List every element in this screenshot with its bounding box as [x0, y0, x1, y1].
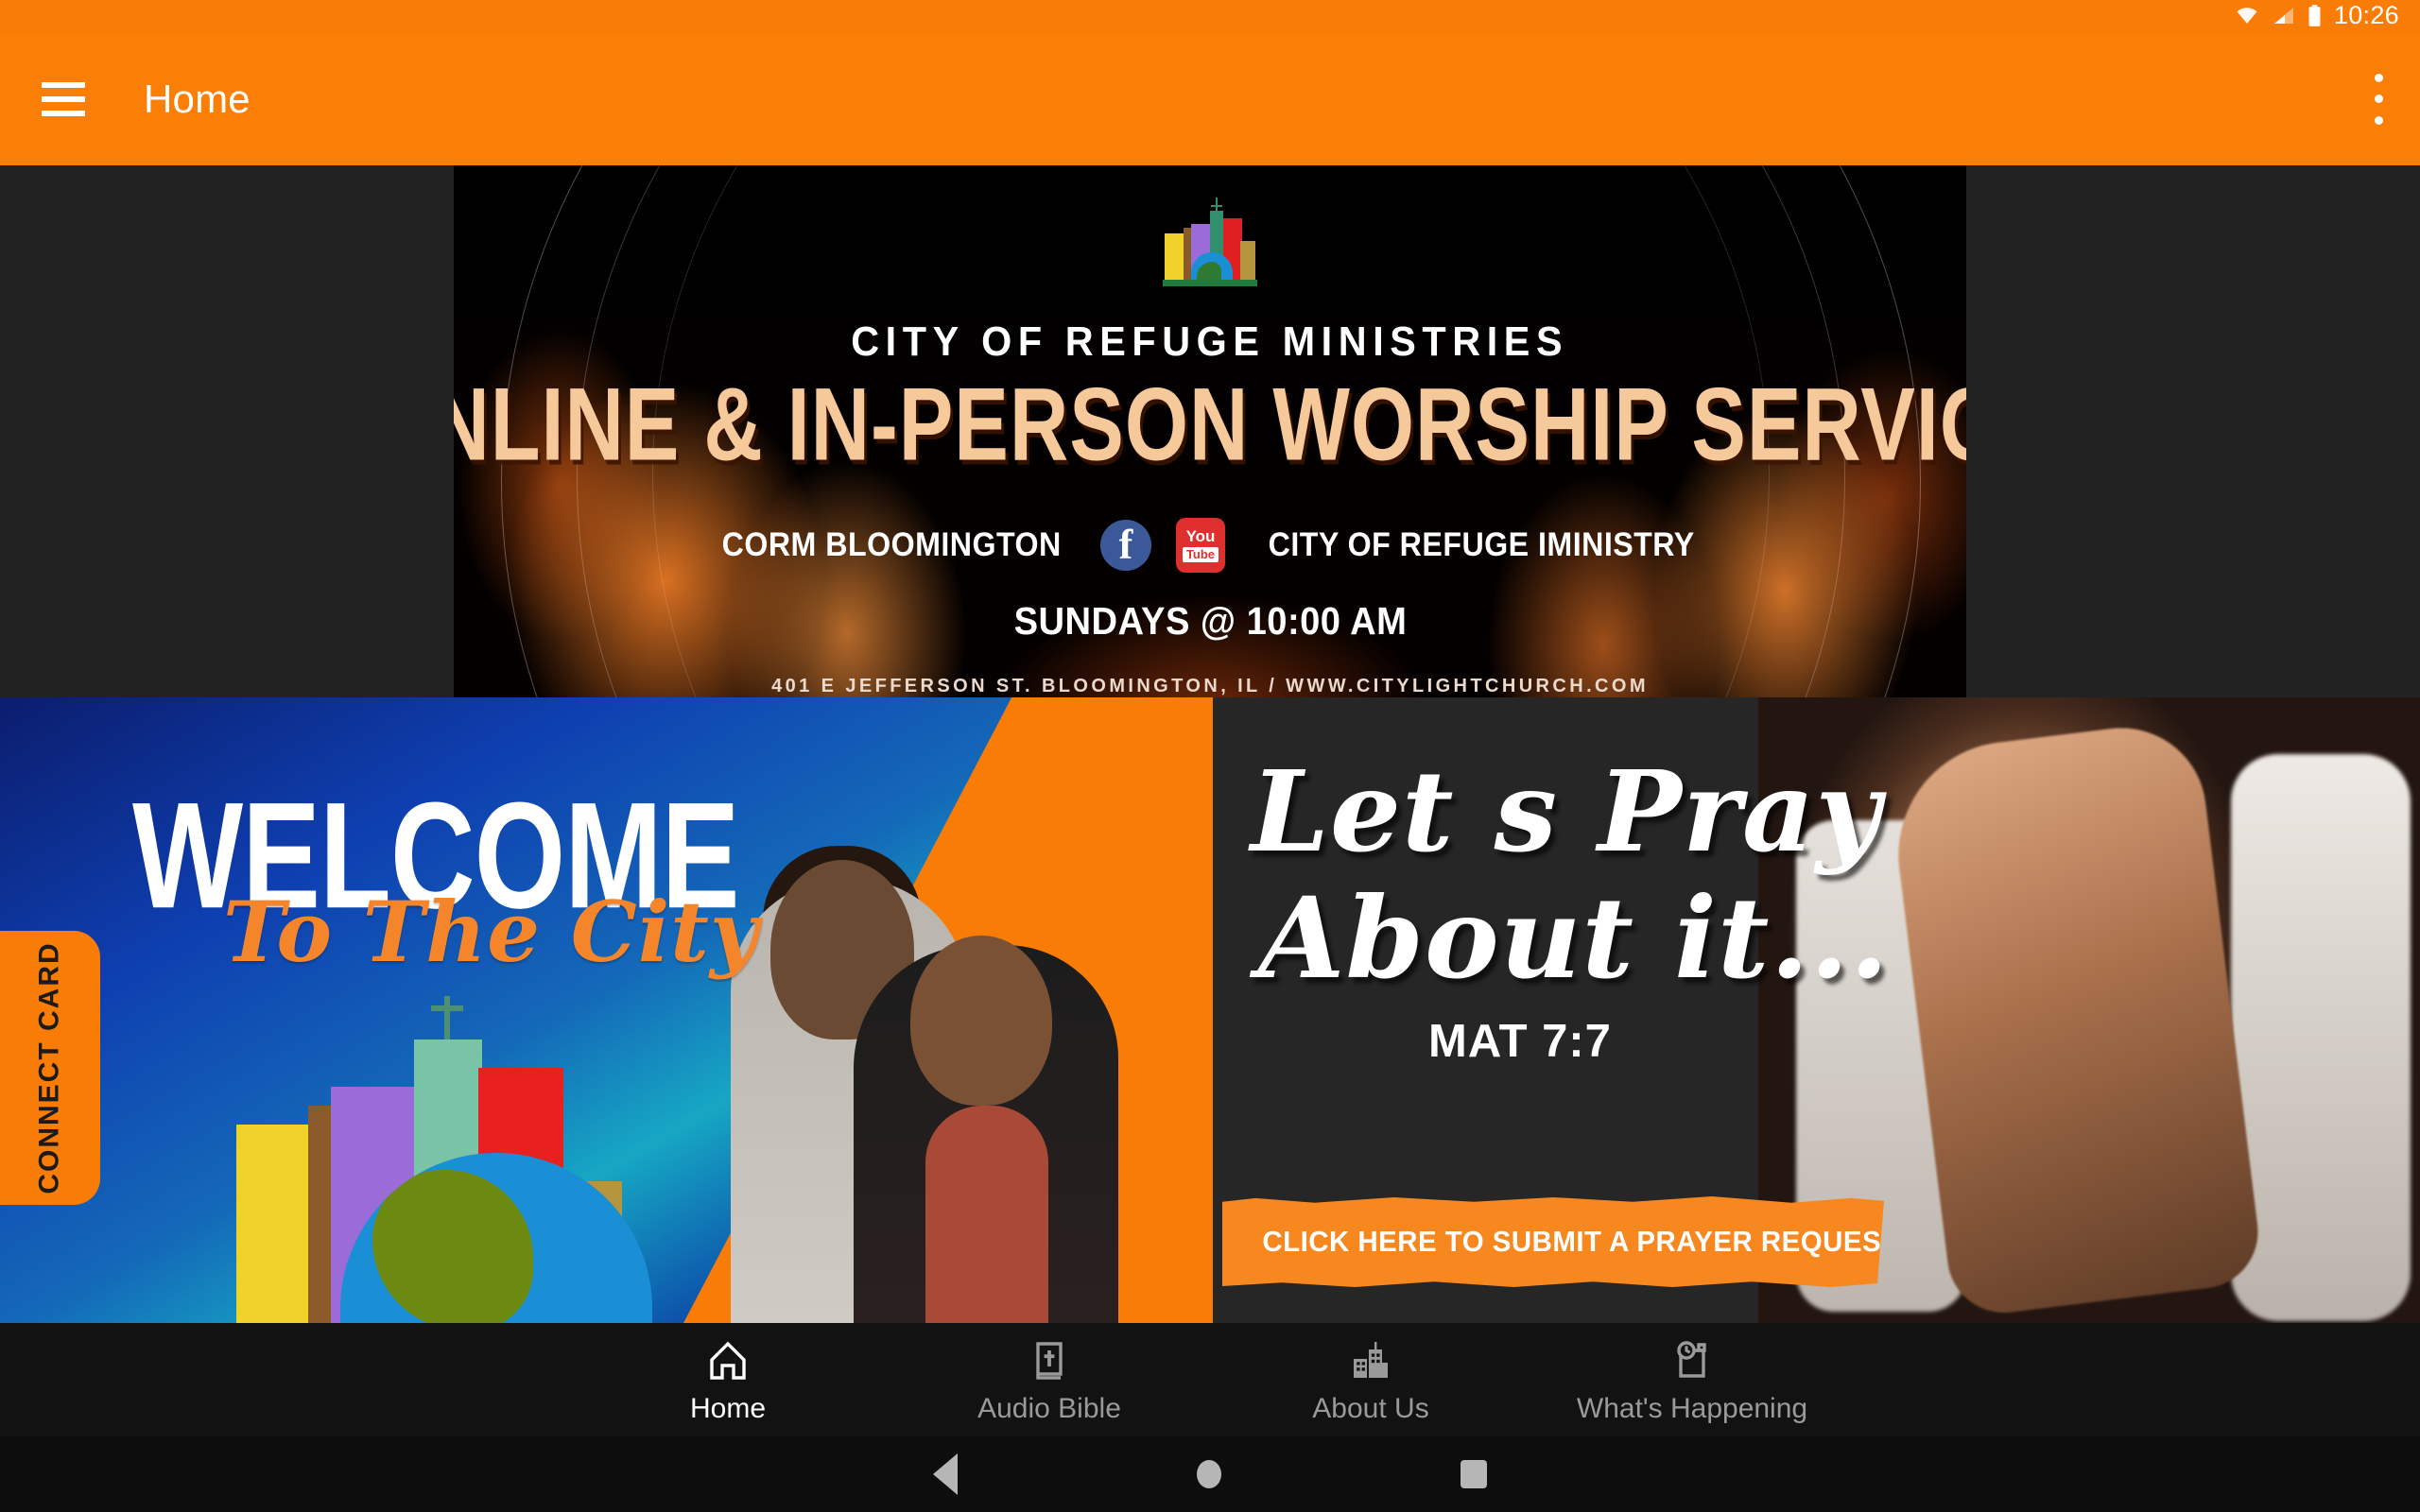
- back-triangle-icon[interactable]: [932, 1453, 958, 1495]
- hamburger-bar: [42, 81, 85, 88]
- recents-square-icon[interactable]: [1461, 1460, 1488, 1488]
- youtube-handle: CITY OF REFUGE IMINISTRY: [1268, 526, 1695, 563]
- nav-label-home: Home: [689, 1393, 767, 1424]
- nav-item-whats-happening[interactable]: What's Happening: [1531, 1334, 1853, 1425]
- youtube-icon[interactable]: You Tube: [1176, 518, 1225, 573]
- nav-item-about-us[interactable]: About Us: [1210, 1334, 1531, 1425]
- status-bar: 10:26: [0, 0, 2420, 32]
- hero-title: ONLINE & IN-PERSON WORSHIP SERVICE: [454, 367, 1966, 483]
- nav-item-audio-bible[interactable]: Audio Bible: [889, 1334, 1210, 1425]
- home-icon: [705, 1334, 751, 1387]
- city-skyline-globe-logo: [1159, 198, 1261, 290]
- youtube-top-text: You: [1185, 526, 1216, 545]
- clock-calendar-icon: [1669, 1334, 1715, 1387]
- home-circle-icon[interactable]: [1196, 1460, 1221, 1488]
- prayer-title-line1: Let s Pray: [1251, 746, 1882, 877]
- nav-label-whats-happening: What's Happening: [1576, 1393, 1808, 1424]
- content-area: CITY OF REFUGE MINISTRIES ONLINE & IN-PE…: [0, 165, 2420, 1323]
- nav-label-audio-bible: Audio Bible: [977, 1393, 1121, 1424]
- kebab-dot: [2374, 73, 2383, 82]
- prayer-title-line2: About it...: [1258, 872, 1890, 1004]
- facebook-handle: CORM BLOOMINGTON: [721, 526, 1062, 563]
- bible-book-icon: [1027, 1334, 1072, 1387]
- hamburger-menu-icon[interactable]: [42, 81, 85, 116]
- prayer-title: Let s Pray About it...: [1251, 756, 1890, 994]
- hero-subtitle: CITY OF REFUGE MINISTRIES: [851, 318, 1569, 365]
- hero-banner[interactable]: CITY OF REFUGE MINISTRIES ONLINE & IN-PE…: [454, 165, 1966, 697]
- service-time: SUNDAYS @ 10:00 AM: [1013, 599, 1407, 643]
- status-bar-clock: 10:26: [2333, 1, 2399, 29]
- church-buildings-icon: [1348, 1334, 1393, 1387]
- system-navigation-bar: [0, 1436, 2420, 1512]
- kebab-dot: [2374, 94, 2383, 103]
- church-address: 401 E JEFFERSON ST. BLOOMINGTON, IL / WW…: [771, 676, 1649, 696]
- facebook-icon[interactable]: [1100, 520, 1151, 571]
- page-title: Home: [144, 76, 251, 121]
- nav-item-home[interactable]: Home: [567, 1334, 889, 1425]
- welcome-subtitle: To The City: [223, 883, 760, 981]
- prayer-request-button[interactable]: CLICK HERE TO SUBMIT A PRAYER REQUEST TO…: [1222, 1196, 1884, 1287]
- kebab-dot: [2374, 115, 2383, 125]
- wifi-icon: [2237, 8, 2257, 24]
- hero-social-row: CORM BLOOMINGTON You Tube CITY OF REFUGE…: [707, 518, 1714, 573]
- youtube-bottom-text: Tube: [1182, 546, 1219, 563]
- app-bar: Home: [0, 32, 2420, 165]
- logo-base: [1163, 280, 1257, 286]
- hamburger-bar: [42, 95, 85, 102]
- bottom-navigation: Home Audio Bible About Us What's Happeni…: [0, 1323, 2420, 1436]
- status-bar-icons: [2233, 4, 2323, 28]
- kebab-menu-icon[interactable]: [2373, 73, 2384, 125]
- hero-content: CITY OF REFUGE MINISTRIES ONLINE & IN-PE…: [454, 165, 1966, 697]
- nav-label-about-us: About Us: [1312, 1393, 1429, 1424]
- figure-detail: [925, 1106, 1048, 1323]
- battery-icon: [2308, 5, 2321, 26]
- app-screen: 10:26 Home CITY OF REFUGE MINISTRIES LIN…: [0, 0, 2420, 1512]
- pastor-couple-photo: [721, 765, 1118, 1323]
- photo-detail: [2231, 754, 2411, 1321]
- city-skyline-illustration: [236, 996, 690, 1323]
- feature-cards-row: WELCOME To The City CONNECT CARD Let s P…: [0, 697, 2420, 1323]
- connect-card-tab[interactable]: CONNECT CARD: [0, 931, 100, 1205]
- welcome-card[interactable]: WELCOME To The City CONNECT CARD: [0, 697, 1213, 1323]
- figure-detail: [910, 936, 1052, 1106]
- cell-signal-icon: [2273, 8, 2293, 24]
- prayer-card[interactable]: Let s Pray About it... MAT 7:7 CLICK HER…: [1213, 697, 2420, 1323]
- connect-card-label: CONNECT CARD: [34, 941, 66, 1194]
- bible-verse-reference: MAT 7:7: [1428, 1016, 1612, 1067]
- hamburger-bar: [42, 110, 85, 116]
